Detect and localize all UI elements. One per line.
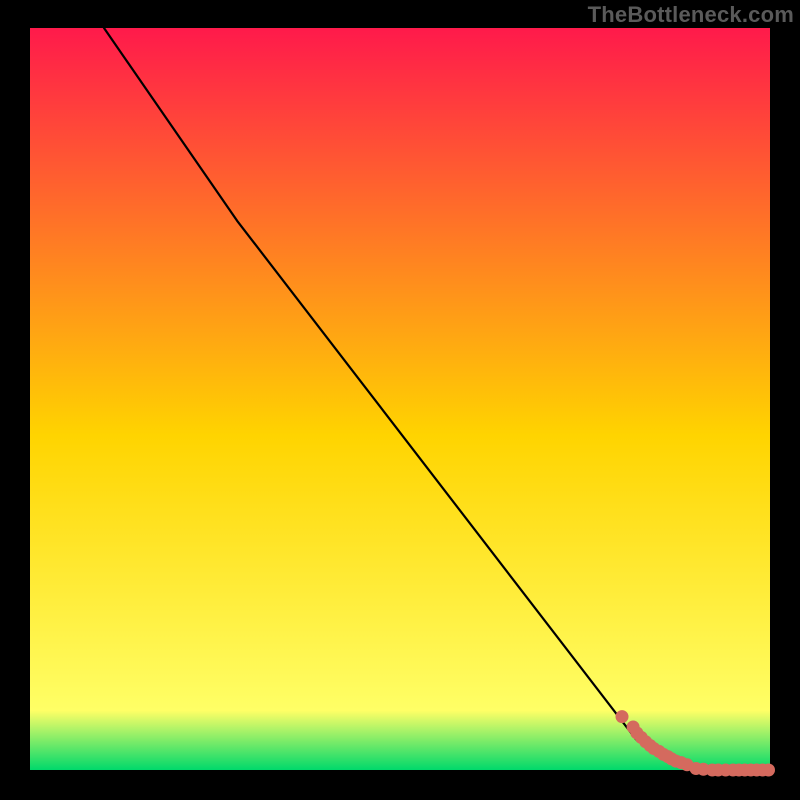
bottleneck-chart: [0, 0, 800, 800]
plot-background: [30, 28, 770, 770]
marker-point: [616, 710, 629, 723]
marker-point: [762, 764, 775, 777]
chart-frame: TheBottleneck.com: [0, 0, 800, 800]
watermark-text: TheBottleneck.com: [588, 2, 794, 28]
